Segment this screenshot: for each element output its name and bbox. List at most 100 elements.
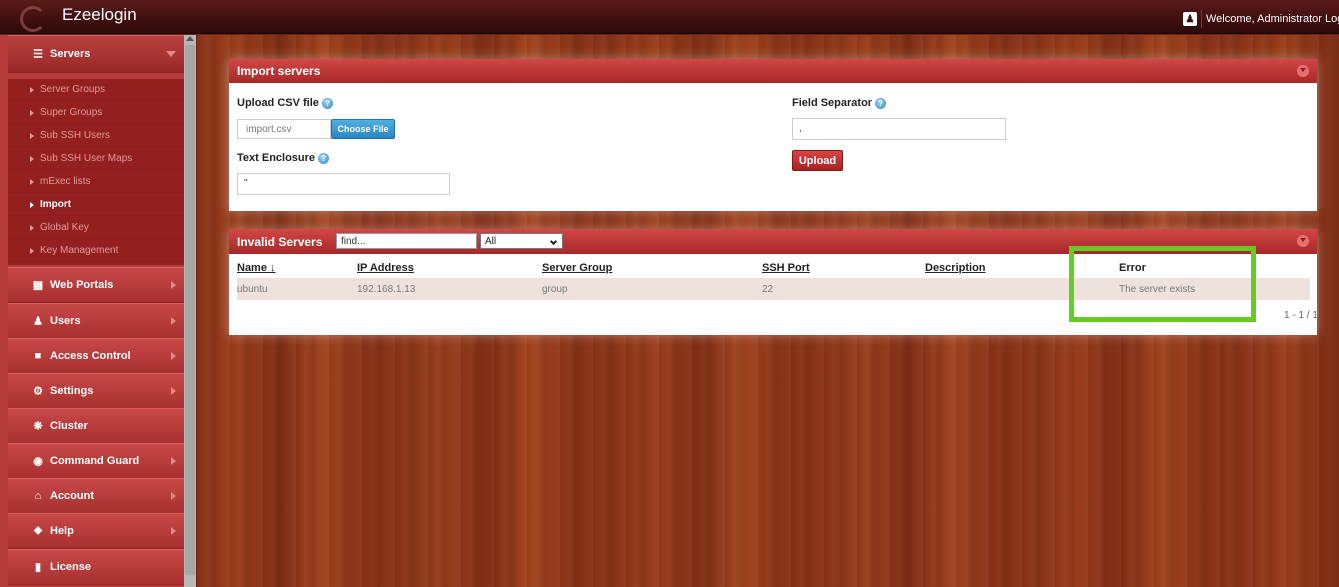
column-header-name[interactable]: Name ↓ (237, 262, 276, 274)
sidebar-item-account[interactable]: ⌂ Account (8, 478, 184, 514)
submenu-label: Key Management (40, 245, 119, 256)
users-icon: ♟ (33, 315, 43, 328)
column-header-ssh-port[interactable]: SSH Port (762, 262, 810, 274)
submenu-label: Sub SSH Users (40, 130, 111, 141)
bullet-icon (30, 86, 34, 93)
grid-icon: ▦ (32, 279, 44, 292)
submenu-sub-ssh-user-maps[interactable]: Sub SSH User Maps (8, 148, 184, 170)
bullet-icon (30, 155, 34, 162)
pagination-info: 1 - 1 / 1 (1284, 310, 1318, 321)
panel-header: Import servers (229, 59, 1317, 83)
submenu-label: mExec lists (40, 176, 91, 187)
scroll-up-icon[interactable] (186, 36, 194, 41)
submenu-label: Global Key (40, 222, 89, 233)
document-icon: ▮ (34, 561, 42, 574)
scrollbar-thumb[interactable] (185, 45, 195, 575)
top-bar: Ezeelogin ♟ Welcome, Administrator Logou… (0, 0, 1339, 34)
column-header-description[interactable]: Description (925, 262, 986, 274)
upload-button[interactable]: Upload (792, 150, 843, 171)
sidebar-item-access-control[interactable]: ■ Access Control (8, 338, 184, 374)
chevron-right-icon (171, 527, 176, 535)
label-text: Text Enclosure (237, 152, 316, 164)
sidebar-item-label: Cluster (50, 420, 88, 432)
label-text: Upload CSV file (237, 97, 319, 109)
text-enclosure-input[interactable]: " (237, 173, 450, 195)
sidebar-item-license[interactable]: ▮ License (8, 549, 184, 585)
sidebar-item-label: License (50, 561, 91, 573)
sidebar-item-cluster[interactable]: ❋ Cluster (8, 408, 184, 444)
cluster-icon: ❋ (33, 420, 43, 433)
file-name-display: import.csv (237, 119, 331, 139)
sidebar-item-settings[interactable]: ⚙ Settings (8, 373, 184, 409)
cell-name: ubuntu (237, 284, 268, 295)
submenu-key-management[interactable]: Key Management (8, 240, 184, 262)
submenu-label: Server Groups (40, 84, 106, 95)
collapse-icon[interactable] (1297, 65, 1309, 77)
chevron-right-icon (171, 281, 176, 289)
submenu-sub-ssh-users[interactable]: Sub SSH Users (8, 125, 184, 147)
cell-ip: 192.168.1.13 (357, 284, 416, 295)
sidebar-item-label: Help (50, 525, 74, 537)
submenu-global-key[interactable]: Global Key (8, 217, 184, 239)
submenu-mexec-lists[interactable]: mExec lists (8, 171, 184, 193)
find-input[interactable]: find... (336, 233, 477, 249)
bullet-icon (30, 201, 34, 208)
servers-submenu: Server Groups Super Groups Sub SSH Users… (8, 79, 184, 265)
submenu-super-groups[interactable]: Super Groups (8, 102, 184, 124)
submenu-label: Super Groups (40, 107, 103, 118)
submenu-label: Import (40, 199, 72, 210)
sidebar-item-servers[interactable]: ☰ Servers (8, 35, 184, 73)
bullet-icon (30, 178, 34, 185)
sidebar-item-help[interactable]: ❖ Help (8, 513, 184, 549)
help-icon[interactable]: ? (318, 152, 330, 164)
sidebar-item-label: Web Portals (50, 279, 114, 291)
bullet-icon (30, 109, 34, 116)
submenu-server-groups[interactable]: Server Groups (8, 79, 184, 101)
chevron-right-icon (171, 317, 176, 325)
select-value: All (485, 235, 497, 247)
sidebar-item-web-portals[interactable]: ▦ Web Portals (8, 267, 184, 303)
error-column-highlight (1069, 246, 1256, 322)
chevron-right-icon (171, 387, 176, 395)
help-icon[interactable]: ? (875, 97, 887, 109)
column-header-ip[interactable]: IP Address (357, 262, 414, 274)
chevron-right-icon (171, 352, 176, 360)
sidebar-item-label: Account (50, 490, 94, 502)
help-icon[interactable]: ? (321, 97, 333, 109)
welcome-logout-link[interactable]: Welcome, Administrator Logout (1206, 13, 1339, 25)
collapse-icon[interactable] (1297, 235, 1309, 247)
gear-icon: ⚙ (33, 385, 43, 398)
sidebar-scrollbar[interactable] (184, 35, 196, 587)
panel-title: Invalid Servers (237, 234, 323, 249)
submenu-import[interactable]: Import (8, 194, 184, 216)
sidebar-item-label: Servers (50, 48, 91, 60)
divider (1201, 10, 1202, 28)
sidebar-item-command-guard[interactable]: ◉ Command Guard (8, 443, 184, 479)
chevron-down-icon (166, 51, 176, 57)
sidebar-item-users[interactable]: ♟ Users (8, 303, 184, 339)
filter-select[interactable]: All (480, 233, 563, 249)
cell-ssh-port: 22 (762, 284, 774, 295)
text-enclosure-label: Text Enclosure ? (237, 152, 330, 164)
bullet-icon (30, 247, 34, 254)
sidebar-item-label: Access Control (50, 350, 131, 362)
sidebar-item-label: Settings (50, 385, 94, 397)
lifebuoy-icon: ❖ (33, 525, 43, 538)
submenu-label: Sub SSH User Maps (40, 153, 133, 164)
user-icon[interactable]: ♟ (1183, 12, 1197, 26)
home-icon: ⌂ (34, 490, 42, 502)
cell-server-group: group (542, 284, 568, 295)
chevron-right-icon (171, 457, 176, 465)
choose-file-button[interactable]: Choose File (331, 119, 395, 139)
list-icon: ☰ (33, 48, 43, 61)
chevron-right-icon (171, 492, 176, 500)
app-title: Ezeelogin (62, 5, 137, 24)
column-header-server-group[interactable]: Server Group (542, 262, 612, 274)
sidebar-item-label: Users (50, 315, 81, 327)
bullet-icon (30, 132, 34, 139)
shield-icon: ◉ (33, 455, 43, 468)
bullet-icon (30, 224, 34, 231)
label-text: Field Separator (792, 97, 873, 109)
chevron-down-icon (549, 237, 558, 246)
field-separator-input[interactable]: , (792, 118, 1006, 140)
